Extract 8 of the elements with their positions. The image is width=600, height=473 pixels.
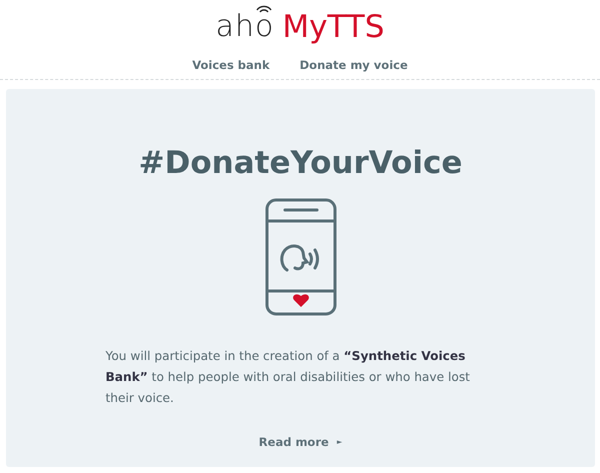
phone-voice-icon bbox=[264, 198, 336, 316]
hero-description: You will participate in the creation of a “Synthetic Voices Bank” to help people with oral disabilities or who have lost their voice. bbox=[106, 348, 471, 407]
logo-text: aho bbox=[216, 12, 274, 42]
hero-title: #DonateYourVoice bbox=[138, 145, 462, 181]
logo-brand: MyTTS bbox=[282, 12, 384, 42]
nav-link[interactable]: Voices bank bbox=[192, 58, 270, 72]
signal-arcs-icon bbox=[255, 3, 274, 13]
nav-link[interactable]: Donate my voice bbox=[300, 58, 408, 72]
